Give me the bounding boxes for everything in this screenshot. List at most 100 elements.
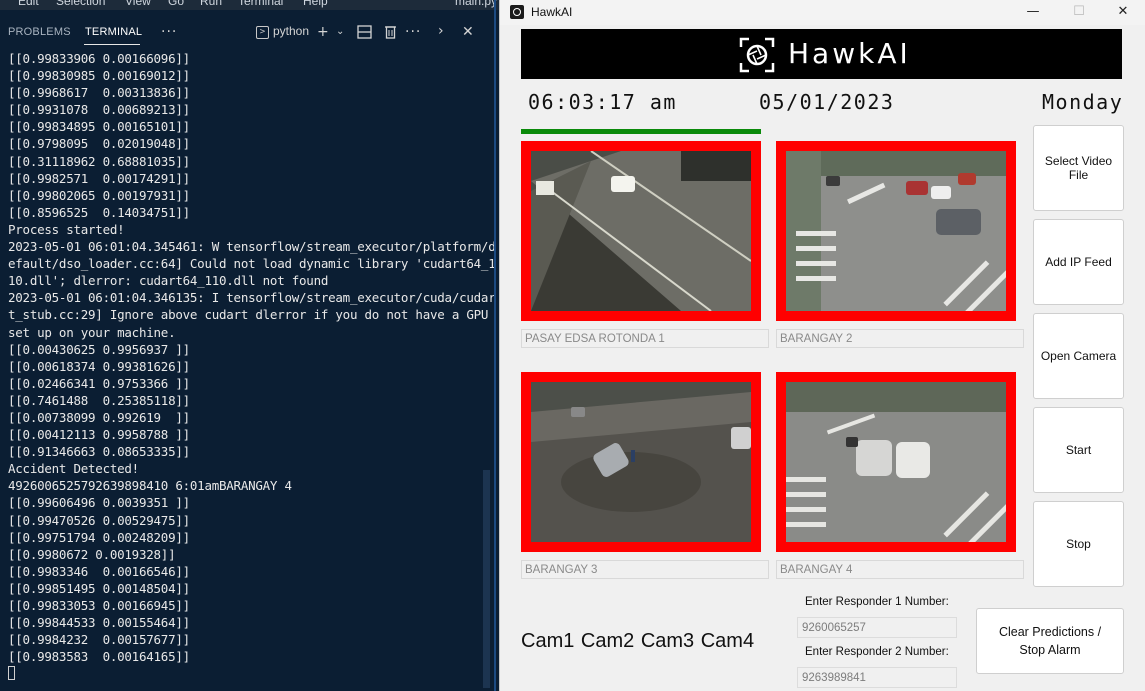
maximize-button[interactable]: ☐	[1056, 2, 1102, 24]
camera-4-video	[786, 382, 1006, 542]
terminal-line: Process started!	[8, 221, 125, 237]
terminal-line: [[0.7461488 0.25385118]]	[8, 392, 190, 408]
app-icon	[510, 5, 524, 19]
time-display: 06:03:17 am	[528, 90, 677, 114]
camera-2-video	[786, 151, 1006, 311]
add-ip-feed-button[interactable]: Add IP Feed	[1033, 219, 1124, 305]
camera-list-label: Cam1 Cam2 Cam3 Cam4	[521, 630, 755, 652]
pane-divider[interactable]	[494, 0, 496, 691]
trash-icon[interactable]	[384, 24, 397, 39]
terminal-line: t_stub.cc:29] Ignore above cudart dlerro…	[8, 307, 489, 323]
hawkai-banner: HawkAI	[521, 29, 1122, 79]
terminal-line: [[0.9968617 0.00313836]]	[8, 85, 190, 101]
terminal-line: [[0.99802065 0.00197931]]	[8, 187, 190, 203]
camera-4-label: BARANGAY 4	[776, 560, 1024, 579]
start-button[interactable]: Start	[1033, 407, 1124, 493]
terminal-line: [[0.00618374 0.99381626]]	[8, 358, 190, 374]
terminal-cursor	[8, 666, 15, 681]
menu-selection[interactable]: Selection	[56, 0, 105, 8]
menu-terminal[interactable]: Terminal	[238, 0, 283, 8]
terminal-output[interactable]: [[0.99833906 0.00166096]] [[0.99830985 0.…	[8, 50, 496, 682]
more-actions-icon[interactable]: ···	[405, 24, 421, 40]
title-bar[interactable]: HawkAI — ☐ ✕	[500, 0, 1145, 25]
terminal-line: 4926006525792639898410 6:01amBARANGAY 4	[8, 478, 292, 494]
active-tab-indicator	[84, 44, 140, 45]
terminal-line: 2023-05-01 06:01:04.345461: W tensorflow…	[8, 239, 496, 255]
chevron-right-icon[interactable]: ›	[438, 23, 444, 39]
terminal-line: [[0.9980672 0.0019328]]	[8, 546, 176, 562]
terminal-line: [[0.99751794 0.00248209]]	[8, 529, 190, 545]
tab-problems[interactable]: PROBLEMS	[8, 26, 71, 38]
status-bar	[521, 129, 761, 134]
responder-1-input[interactable]	[797, 617, 957, 638]
menu-edit[interactable]: Edit	[18, 0, 39, 8]
camera-2-label: BARANGAY 2	[776, 329, 1024, 348]
minimize-button[interactable]: —	[1010, 2, 1056, 24]
terminal-line: [[0.9931078 0.00689213]]	[8, 102, 190, 118]
terminal-line: [[0.31118962 0.68881035]]	[8, 153, 190, 169]
terminal-scrollbar[interactable]	[483, 470, 490, 688]
hawkai-window: HawkAI — ☐ ✕ HawkAI 06:03:17 am 05/01/20…	[499, 0, 1145, 691]
terminal-line: [[0.99844533 0.00155464]]	[8, 615, 190, 631]
date-display: 05/01/2023	[759, 90, 895, 114]
close-icon[interactable]: ✕	[462, 24, 474, 40]
terminal-line: [[0.9798095 0.02019048]]	[8, 136, 190, 152]
terminal-line: [[0.99470526 0.00529475]]	[8, 512, 190, 528]
clear-predictions-button[interactable]: Clear Predictions / Stop Alarm	[976, 608, 1124, 674]
terminal-line: [[0.00738099 0.992619 ]]	[8, 409, 190, 425]
plus-icon[interactable]: +	[317, 24, 329, 40]
camera-shutter-icon	[739, 37, 775, 73]
terminal-shell-icon[interactable]: >	[256, 26, 269, 39]
select-video-file-button[interactable]: Select Video File	[1033, 125, 1124, 211]
close-button[interactable]: ✕	[1100, 2, 1145, 24]
open-camera-button[interactable]: Open Camera	[1033, 313, 1124, 399]
responder-2-label: Enter Responder 2 Number:	[805, 646, 949, 658]
terminal-line: [[0.99833053 0.00166945]]	[8, 598, 190, 613]
terminal-line: [[0.8596525 0.14034751]]	[8, 204, 190, 220]
camera-feed-2[interactable]	[776, 141, 1016, 321]
terminal-line: [[0.99830985 0.00169012]]	[8, 68, 190, 84]
terminal-line: [[0.91346663 0.08653335]]	[8, 444, 190, 460]
terminal-line: efault/dso_loader.cc:64] Could not load …	[8, 256, 496, 272]
terminal-line: [[0.00412113 0.9958788 ]]	[8, 427, 190, 443]
chevron-down-icon[interactable]: ⌄	[336, 24, 344, 40]
stop-button[interactable]: Stop	[1033, 501, 1124, 587]
terminal-line: 2023-05-01 06:01:04.346135: I tensorflow…	[8, 290, 496, 306]
camera-feed-3[interactable]	[521, 372, 761, 552]
file-title: main.py	[455, 0, 498, 8]
terminal-line: 10.dll'; dlerror: cudart64_110.dll not f…	[8, 273, 329, 289]
terminal-line: [[0.99833906 0.00166096]]	[8, 51, 190, 66]
terminal-prompt[interactable]	[8, 665, 486, 682]
terminal-line: set up on your machine.	[8, 324, 176, 340]
terminal-shell-label[interactable]: python	[273, 24, 309, 38]
terminal-line: [[0.9982571 0.00174291]]	[8, 170, 190, 186]
window-title: HawkAI	[531, 5, 573, 19]
terminal-line: Accident Detected!	[8, 461, 139, 477]
vscode-window: Edit Selection View Go Run Terminal Help…	[0, 0, 499, 691]
terminal-line: [[0.00430625 0.9956937 ]]	[8, 341, 190, 357]
menu-view[interactable]: View	[125, 0, 151, 8]
day-display: Monday	[1042, 90, 1124, 114]
terminal-line: [[0.99834895 0.00165101]]	[8, 119, 190, 135]
terminal-line: [[0.9983346 0.00166546]]	[8, 563, 190, 579]
camera-feed-4[interactable]	[776, 372, 1016, 552]
menu-help[interactable]: Help	[303, 0, 328, 8]
tab-terminal[interactable]: TERMINAL	[85, 26, 142, 38]
menu-run[interactable]: Run	[200, 0, 222, 8]
terminal-line: [[0.99606496 0.0039351 ]]	[8, 495, 190, 511]
split-icon[interactable]	[357, 25, 372, 39]
camera-3-video	[531, 382, 751, 542]
camera-1-label: PASAY EDSA ROTONDA 1	[521, 329, 769, 348]
ellipsis-icon[interactable]: ···	[161, 24, 177, 40]
responder-2-input[interactable]	[797, 667, 957, 688]
terminal-line: [[0.02466341 0.9753366 ]]	[8, 375, 190, 391]
camera-feed-1[interactable]	[521, 141, 761, 321]
responder-1-label: Enter Responder 1 Number:	[805, 596, 949, 608]
menu-bar: Edit Selection View Go Run Terminal Help…	[0, 0, 499, 10]
camera-3-label: BARANGAY 3	[521, 560, 769, 579]
terminal-line: [[0.9984232 0.00157677]]	[8, 632, 190, 648]
terminal-line: [[0.9983583 0.00164165]]	[8, 649, 190, 665]
panel-header: PROBLEMS TERMINAL ···	[0, 10, 499, 45]
menu-go[interactable]: Go	[168, 0, 184, 8]
camera-1-video	[531, 151, 751, 311]
